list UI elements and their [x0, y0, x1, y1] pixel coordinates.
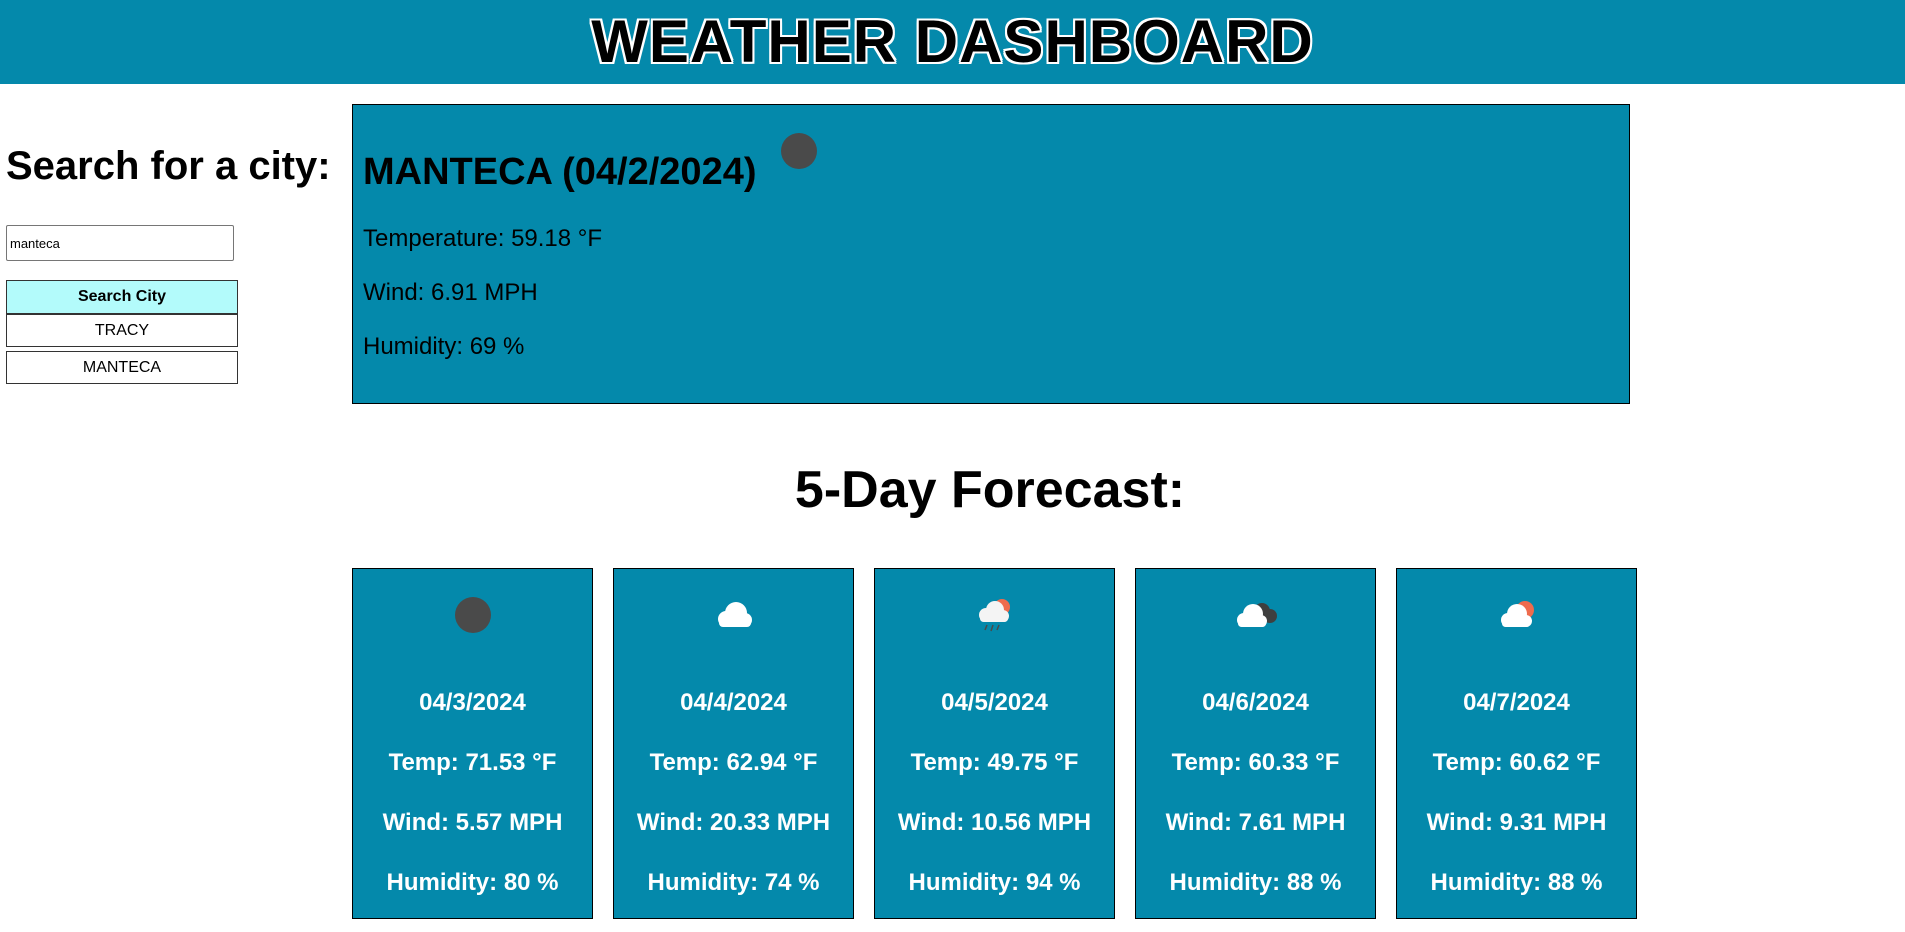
forecast-temp: Temp: 71.53 °F: [388, 749, 557, 776]
forecast-card: 04/3/2024 Temp: 71.53 °F Wind: 5.57 MPH …: [352, 568, 593, 919]
search-city-button[interactable]: Search City: [6, 280, 238, 314]
city-search-input[interactable]: [6, 225, 234, 261]
forecast-title: 5-Day Forecast:: [794, 461, 1186, 519]
dark-circle-icon: [781, 133, 817, 169]
forecast-card: 04/4/2024 Temp: 62.94 °F Wind: 20.33 MPH…: [613, 568, 854, 919]
current-wind: Wind: 6.91 MPH: [363, 279, 538, 306]
current-temperature: Temperature: 59.18 °F: [363, 225, 603, 252]
history-button-tracy[interactable]: TRACY: [6, 314, 238, 347]
forecast-date: 04/7/2024: [1463, 689, 1570, 716]
dark-circle-icon: [353, 595, 592, 635]
forecast-humidity: Humidity: 80 %: [386, 869, 559, 896]
sun-rain-cloud-icon: [875, 595, 1114, 635]
page-title: WEATHER DASHBOARD: [591, 7, 1314, 75]
search-heading: Search for a city:: [6, 144, 331, 188]
forecast-temp: Temp: 62.94 °F: [649, 749, 818, 776]
forecast-wind: Wind: 10.56 MPH: [897, 809, 1092, 836]
forecast-humidity: Humidity: 88 %: [1430, 869, 1603, 896]
history-button-manteca[interactable]: MANTECA: [6, 351, 238, 384]
forecast-wind: Wind: 7.61 MPH: [1165, 809, 1346, 836]
cloud-icon: [614, 595, 853, 635]
forecast-temp: Temp: 60.62 °F: [1432, 749, 1601, 776]
forecast-temp: Temp: 60.33 °F: [1171, 749, 1340, 776]
current-weather-panel: MANTECA (04/2/2024) Temperature: 59.18 °…: [352, 104, 1630, 404]
forecast-date: 04/4/2024: [680, 689, 787, 716]
current-city-date: MANTECA (04/2/2024): [363, 151, 757, 193]
forecast-card: 04/7/2024 Temp: 60.62 °F Wind: 9.31 MPH …: [1396, 568, 1637, 919]
page-header: WEATHER DASHBOARD: [0, 0, 1905, 84]
forecast-date: 04/3/2024: [419, 689, 526, 716]
dark-clouds-icon: [1136, 595, 1375, 635]
forecast-wind: Wind: 5.57 MPH: [382, 809, 563, 836]
forecast-card: 04/6/2024 Temp: 60.33 °F Wind: 7.61 MPH …: [1135, 568, 1376, 919]
current-humidity: Humidity: 69 %: [363, 333, 525, 360]
forecast-date: 04/6/2024: [1202, 689, 1309, 716]
forecast-card: 04/5/2024 Temp: 49.75 °F Wind: 10.56 MPH…: [874, 568, 1115, 919]
forecast-humidity: Humidity: 88 %: [1169, 869, 1342, 896]
forecast-humidity: Humidity: 74 %: [647, 869, 820, 896]
forecast-humidity: Humidity: 94 %: [908, 869, 1081, 896]
forecast-temp: Temp: 49.75 °F: [910, 749, 1079, 776]
forecast-wind: Wind: 20.33 MPH: [636, 809, 831, 836]
sun-cloud-icon: [1397, 595, 1636, 635]
forecast-date: 04/5/2024: [941, 689, 1048, 716]
forecast-wind: Wind: 9.31 MPH: [1426, 809, 1607, 836]
